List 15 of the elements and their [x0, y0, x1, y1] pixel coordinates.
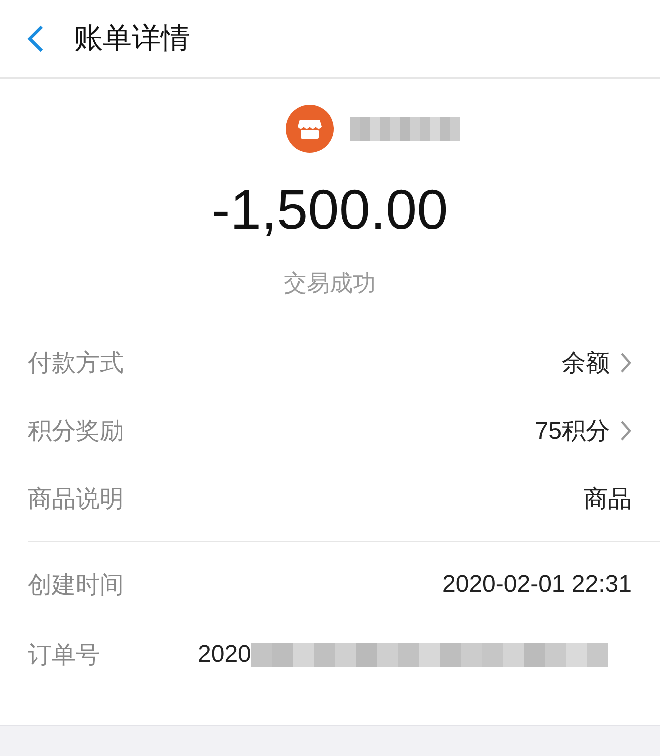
row-value: 2020-02-01 22:31	[442, 571, 632, 599]
row-value: 余额	[562, 349, 610, 379]
back-button[interactable]	[26, 24, 46, 54]
status-text: 交易成功	[284, 270, 376, 299]
row-label: 积分奖励	[28, 416, 125, 447]
row-value: 2020	[198, 641, 252, 669]
amount: -1,500.00	[212, 177, 448, 242]
row-label: 商品说明	[28, 484, 125, 515]
row-value: 75积分	[535, 417, 610, 447]
row-label: 付款方式	[28, 348, 125, 379]
store-icon	[286, 105, 334, 153]
row-label: 创建时间	[28, 570, 125, 601]
row-value: 商品	[584, 485, 632, 515]
page-title: 账单详情	[74, 20, 190, 56]
row-label: 订单号	[28, 640, 101, 671]
